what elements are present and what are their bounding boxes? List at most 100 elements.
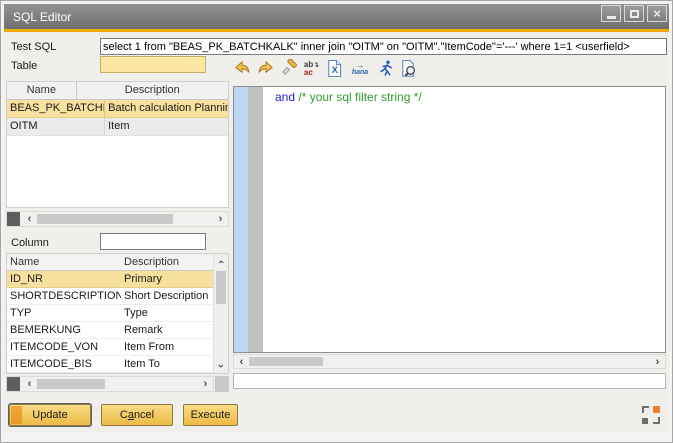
column-row-name: SHORTDESCRIPTION <box>7 288 121 304</box>
sql-keyword: and <box>275 90 295 104</box>
column-row[interactable]: ITEMCODE_BIS Item To <box>7 356 213 373</box>
maximize-icon <box>630 10 639 18</box>
columns-header-description[interactable]: Description <box>121 254 213 270</box>
undo-icon[interactable] <box>232 58 253 79</box>
table-row-name: BEAS_PK_BATCHKALK <box>7 100 105 117</box>
column-row-name: ITEMCODE_BIS <box>7 356 121 372</box>
to-hana-icon[interactable]: → hana <box>347 58 373 79</box>
format-brush-icon[interactable] <box>278 58 299 79</box>
test-sql-label: Test SQL <box>11 41 56 53</box>
minimize-icon <box>607 16 616 19</box>
column-row-name: BEMERKUNG <box>7 322 121 338</box>
table-row[interactable]: OITM Item <box>7 118 228 136</box>
editor-footer-input[interactable] <box>233 373 666 389</box>
close-button[interactable]: × <box>647 5 667 22</box>
column-row-name: TYP <box>7 305 121 321</box>
xml-letter: X <box>332 64 339 75</box>
columns-grid-header: Name Description <box>7 254 213 271</box>
column-row-description: Short Description <box>121 288 213 304</box>
scroll-thumb[interactable] <box>37 379 105 389</box>
tables-grid-hscrollbar: ‹ › <box>6 211 229 227</box>
redo-icon[interactable] <box>255 58 276 79</box>
scroll-down-arrow[interactable]: ‹ <box>214 358 228 373</box>
titlebar[interactable]: SQL Editor <box>4 4 669 29</box>
window-title: SQL Editor <box>4 10 71 24</box>
column-input[interactable] <box>100 233 206 250</box>
column-row[interactable]: TYP Type <box>7 305 213 322</box>
table-row-description: Item <box>105 118 228 135</box>
run-icon[interactable] <box>375 58 396 79</box>
scrollbar-splitter-handle[interactable] <box>7 212 20 226</box>
replace-arrow-icon: ↴ <box>313 62 319 69</box>
close-icon: × <box>653 7 661 20</box>
maximize-button[interactable] <box>624 5 644 22</box>
tables-header-description[interactable]: Description <box>77 82 228 99</box>
column-row-description: Type <box>121 305 213 321</box>
xml-document-icon[interactable]: X <box>324 58 345 79</box>
expand-window-icon[interactable] <box>642 406 660 424</box>
scrollbar-corner <box>215 376 229 392</box>
column-row-description: Item From <box>121 339 213 355</box>
scroll-left-arrow[interactable]: ‹ <box>234 355 249 368</box>
column-row-name: ID_NR <box>7 271 121 287</box>
cancel-button[interactable]: Cancel <box>101 404 173 426</box>
scroll-right-arrow[interactable]: › <box>650 355 665 368</box>
column-row-name: ITEMCODE_VON <box>7 339 121 355</box>
hana-word: hana <box>352 69 368 76</box>
column-row-description: Item To <box>121 356 213 372</box>
hana-arrow-icon: → <box>356 61 365 69</box>
cancel-label-post: ncel <box>134 409 154 421</box>
sql-code-editor[interactable]: and /* your sql filter string */ <box>233 86 666 353</box>
default-button-accent <box>11 406 22 424</box>
column-row-description: Remark <box>121 322 213 338</box>
scroll-track[interactable] <box>249 355 650 368</box>
column-row[interactable]: SHORTDESCRIPTION Short Description <box>7 288 213 305</box>
scroll-thumb[interactable] <box>249 357 323 366</box>
expand-corner-top-left <box>642 406 649 413</box>
table-label: Table <box>11 60 37 72</box>
sql-comment: /* your sql filter string */ <box>295 90 422 104</box>
table-row[interactable]: BEAS_PK_BATCHKALK Batch calculation Plan… <box>7 100 228 118</box>
execute-button-label: Execute <box>191 409 231 421</box>
editor-gutter <box>248 87 263 352</box>
scroll-right-arrow[interactable]: › <box>198 377 213 391</box>
column-row[interactable]: ITEMCODE_VON Item From <box>7 339 213 356</box>
editor-toolbar: ab↴ ac X → hana <box>232 57 419 79</box>
hana-icon-text: → hana <box>352 61 368 76</box>
editor-hscrollbar: ‹ › <box>233 354 666 369</box>
columns-grid-hscrollbar: ‹ › <box>6 376 214 392</box>
test-sql-input[interactable] <box>100 38 667 55</box>
update-button-label: Update <box>32 409 67 421</box>
editor-code-line: and /* your sql filter string */ <box>275 90 422 104</box>
column-label: Column <box>11 237 49 249</box>
expand-corner-top-right <box>653 406 660 413</box>
scroll-thumb[interactable] <box>37 214 173 224</box>
table-row-name: OITM <box>7 118 105 135</box>
expand-corner-bottom-right <box>653 417 660 424</box>
tables-header-name[interactable]: Name <box>7 82 77 99</box>
columns-header-name[interactable]: Name <box>7 254 121 270</box>
scroll-left-arrow[interactable]: ‹ <box>22 212 37 226</box>
scroll-right-arrow[interactable]: › <box>213 212 228 226</box>
column-row[interactable]: ID_NR Primary <box>7 271 213 288</box>
replace-ab-ac-icon[interactable]: ab↴ ac <box>301 58 322 79</box>
tables-grid-header: Name Description <box>7 82 228 100</box>
preview-search-icon[interactable] <box>398 58 419 79</box>
scroll-track[interactable] <box>37 377 198 391</box>
scroll-up-arrow[interactable]: ‹ <box>214 254 228 269</box>
table-row-description: Batch calculation Planning <box>105 100 228 117</box>
column-row[interactable]: BEMERKUNG Remark <box>7 322 213 339</box>
window-controls: × <box>601 5 667 22</box>
columns-grid-vscrollbar: ‹ ‹ <box>213 254 228 373</box>
table-input[interactable] <box>100 56 206 73</box>
minimize-button[interactable] <box>601 5 621 22</box>
scroll-track[interactable] <box>37 212 213 226</box>
execute-button[interactable]: Execute <box>183 404 238 426</box>
scrollbar-splitter-handle[interactable] <box>7 377 20 391</box>
editor-selection-margin <box>234 87 248 352</box>
update-button[interactable]: Update <box>9 404 91 426</box>
scroll-left-arrow[interactable]: ‹ <box>22 377 37 391</box>
sql-editor-window: SQL Editor × Test SQL Table ab↴ ac <box>0 0 673 443</box>
scroll-thumb[interactable] <box>216 271 226 304</box>
replace-to-text: ac <box>304 69 319 76</box>
